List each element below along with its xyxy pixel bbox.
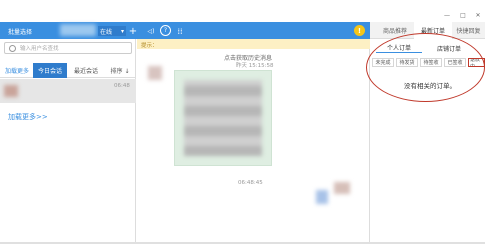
avatar <box>4 85 18 97</box>
chevron-down-icon: ▾ <box>120 27 124 35</box>
highlight-circle <box>366 33 485 102</box>
grid-icon[interactable]: ⁞⁞ <box>174 24 186 38</box>
user-name <box>60 24 96 36</box>
tab-load-more[interactable]: 加载更多 <box>2 63 32 78</box>
warning-icon[interactable]: ! <box>354 25 365 36</box>
status-label: 在线 <box>100 28 113 36</box>
sender-avatar <box>148 66 162 80</box>
message-image <box>184 80 262 156</box>
close-button[interactable]: ✕ <box>472 10 484 20</box>
search-input[interactable]: 输入用户名查找 <box>4 42 132 54</box>
reply-message <box>316 190 328 204</box>
search-icon <box>9 44 16 52</box>
batch-select-button[interactable]: 批量选择 <box>8 27 32 36</box>
tab-recent-sessions[interactable]: 最近会话 <box>69 63 103 78</box>
tab-sort[interactable]: 排序 ↓ <box>105 63 135 78</box>
timestamp-top: 昨天 15:15:58 <box>236 63 274 69</box>
minimize-button[interactable]: — <box>440 10 454 20</box>
load-more-link[interactable]: 加载更多>> <box>8 112 48 122</box>
tab-today-sessions[interactable]: 今日会话 <box>33 63 67 78</box>
maximize-button[interactable]: □ <box>456 10 470 20</box>
help-icon[interactable]: ? <box>160 25 171 36</box>
search-placeholder: 输入用户名查找 <box>20 46 59 52</box>
hint-bar <box>137 39 370 49</box>
timestamp-bottom: 06:48:45 <box>238 180 263 186</box>
conversation-time: 06:48 <box>114 83 130 89</box>
status-dropdown[interactable]: 在线 ▾ <box>98 26 126 36</box>
reply-avatar <box>334 182 350 194</box>
add-icon[interactable]: + <box>128 24 138 38</box>
quick-reply-tab[interactable]: 快捷回复 <box>452 22 485 39</box>
hint-label: 提示： <box>141 43 158 49</box>
sound-icon[interactable]: ◁) <box>144 24 158 38</box>
